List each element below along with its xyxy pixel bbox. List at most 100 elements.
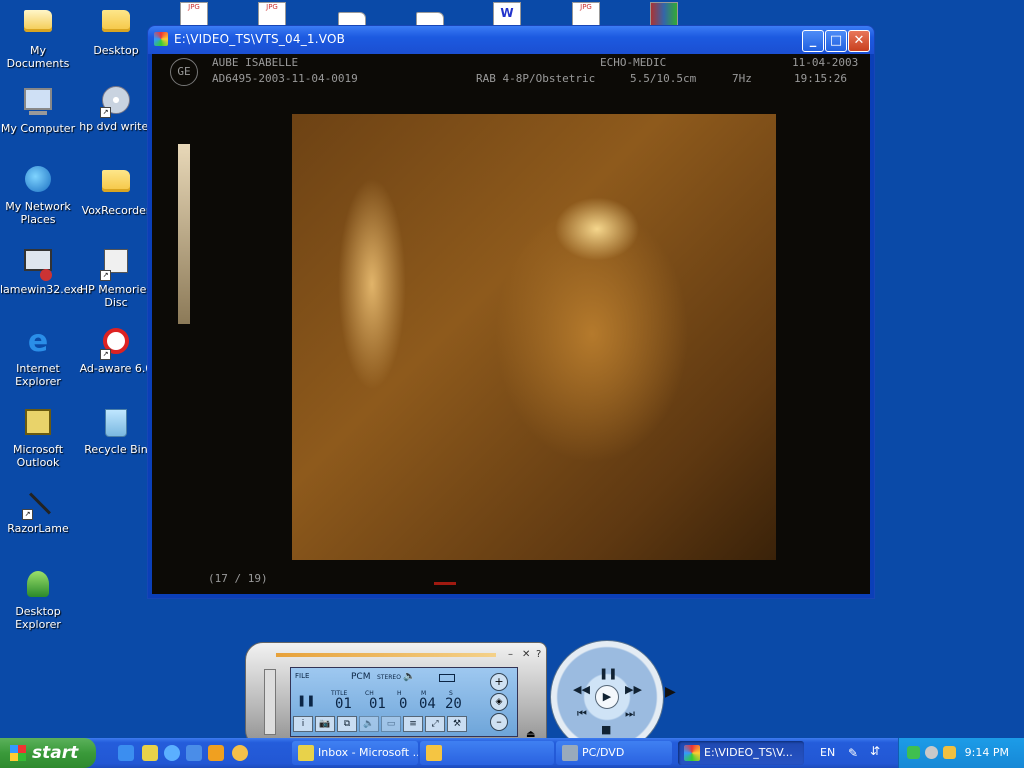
desktop-icon-microsoft-outlook[interactable]: Microsoft Outlook <box>0 407 76 469</box>
task-label: PC/DVD <box>582 746 625 759</box>
previous-chapter-button[interactable]: ⏮ <box>577 707 587 721</box>
volume-button[interactable]: ◈ <box>490 693 508 711</box>
microphone-icon[interactable]: ✎ <box>848 746 858 760</box>
settings-button[interactable]: ⚒ <box>447 716 467 732</box>
player-help-button[interactable]: ? <box>536 649 541 660</box>
navigation-wheel[interactable]: ❚❚ ◀◀ ▶▶ ▶ ⏮ ⏭ ■ <box>550 640 664 754</box>
fullscreen-button[interactable]: ⤢ <box>425 716 445 732</box>
audio-button[interactable]: 🔈 <box>359 716 379 732</box>
desktop-icon-internet-explorer[interactable]: e Internet Explorer <box>0 324 76 389</box>
desktop-icon-hp-dvd-writer[interactable]: ↗ hp dvd writer <box>78 84 154 133</box>
fast-forward-button[interactable]: ▶▶ <box>625 683 642 696</box>
quicklaunch-tool-icon[interactable] <box>208 745 224 761</box>
rewind-button[interactable]: ◀◀ <box>573 683 590 696</box>
desktop-icon-hp-memories-disc[interactable]: ↗ HP Memories Disc <box>78 245 154 309</box>
dvd-player-icon <box>562 745 578 761</box>
zoom-in-button[interactable]: + <box>490 673 508 691</box>
desktop-icon-voxrecorder[interactable]: VoxRecorder <box>78 164 154 217</box>
seek-bar[interactable] <box>276 653 496 657</box>
minimize-button[interactable]: _ <box>802 30 824 52</box>
player-app-icon <box>684 745 700 761</box>
tray-volume-icon[interactable] <box>925 746 938 759</box>
taskbar-item-video[interactable]: E:\VIDEO_TS\V... <box>678 741 804 765</box>
player-minimize-button[interactable]: – <box>508 649 513 660</box>
internet-explorer-icon: e <box>27 324 49 359</box>
folder-icon <box>100 10 132 42</box>
desktop-icon-label: lamewin32.exe <box>0 283 84 296</box>
taskbar-item-inbox[interactable]: Inbox - Microsoft ... <box>292 741 418 765</box>
next-chapter-button[interactable]: ⏭ <box>625 707 635 721</box>
my-documents-icon <box>22 10 54 42</box>
gray-scale-bar <box>178 144 190 324</box>
zoom-out-button[interactable]: – <box>490 713 508 731</box>
pause-indicator-icon: ❚❚ <box>297 694 316 707</box>
desktop-icon-label: My Documents <box>6 44 70 70</box>
ultrasound-3d-image <box>292 114 776 560</box>
audio-format: PCM <box>351 672 371 682</box>
my-computer-icon <box>22 88 54 120</box>
video-window[interactable]: E:\VIDEO_TS\VTS_04_1.VOB _ □ ✕ GE AUBE I… <box>148 26 874 598</box>
quicklaunch-ie-icon[interactable] <box>118 745 134 761</box>
taskbar-item-pcdvd[interactable]: PC/DVD <box>556 741 672 765</box>
play-button[interactable]: ▶ <box>595 685 619 709</box>
desktop-icon-my-computer[interactable]: My Computer <box>0 84 76 135</box>
desktop-icon-my-network-places[interactable]: My Network Places <box>0 164 76 226</box>
desktop-icon-label: VoxRecorder <box>81 204 151 217</box>
maximize-button[interactable]: □ <box>825 30 847 52</box>
player-body: ✕ ? – FILE PCM STEREO 🔈 ❚❚ TITLE 01 CH 0… <box>245 642 547 748</box>
player-close-button[interactable]: ✕ <box>522 649 530 660</box>
taskbar-item-folder[interactable] <box>420 741 554 765</box>
subtitle-button[interactable]: ▭ <box>381 716 401 732</box>
jpg-file-icon[interactable]: JPG <box>180 2 208 26</box>
video-frame[interactable]: GE AUBE ISABELLE ECHO-MEDIC 11-04-2003 A… <box>152 54 870 594</box>
dvd-player-control[interactable]: ✕ ? – FILE PCM STEREO 🔈 ❚❚ TITLE 01 CH 0… <box>245 640 682 754</box>
taskbar: start Inbox - Microsoft ... PC/DVD E:\VI… <box>0 738 1024 768</box>
quicklaunch-outlook-icon[interactable] <box>142 745 158 761</box>
archive-icon[interactable] <box>650 2 678 26</box>
window-title: E:\VIDEO_TS\VTS_04_1.VOB <box>174 32 346 46</box>
system-tray: 9:14 PM <box>898 738 1024 768</box>
word-document-icon[interactable]: W <box>493 2 521 26</box>
desktop-icon-desktop[interactable]: Desktop <box>78 4 154 57</box>
desktop-icon-label: My Computer <box>0 122 76 135</box>
pause-button[interactable]: ❚❚ <box>599 667 617 680</box>
window-titlebar[interactable]: E:\VIDEO_TS\VTS_04_1.VOB _ □ ✕ <box>148 26 874 54</box>
desktop-icon-label: Recycle Bin <box>84 443 148 456</box>
windows-logo-icon <box>10 745 26 761</box>
language-indicator[interactable]: EN <box>820 746 835 759</box>
start-button[interactable]: start <box>0 738 96 768</box>
jpg-file-icon[interactable]: JPG <box>572 2 600 26</box>
desktop-explorer-icon <box>22 571 54 603</box>
folder-icon <box>100 170 132 202</box>
tray-network-icon[interactable] <box>943 746 956 759</box>
quicklaunch-media-icon[interactable] <box>232 745 248 761</box>
desktop-icon-ad-aware[interactable]: ↗ Ad-aware 6.0 <box>78 326 154 375</box>
task-label: Inbox - Microsoft ... <box>318 746 418 759</box>
taskbar-clock[interactable]: 9:14 PM <box>965 746 1009 759</box>
quicklaunch-search-icon[interactable] <box>164 745 180 761</box>
info-button[interactable]: i <box>293 716 313 732</box>
desktop-icon-razorlame[interactable]: ↗ RazorLame <box>0 488 76 535</box>
close-button[interactable]: ✕ <box>848 30 870 52</box>
desktop-icon-lamewin32[interactable]: lamewin32.exe <box>0 245 84 296</box>
osd-clinic: ECHO-MEDIC <box>600 56 667 69</box>
seconds-value: 20 <box>445 696 462 712</box>
desktop-icon-my-documents[interactable]: My Documents <box>0 4 76 70</box>
menu-button[interactable]: ≡ <box>403 716 423 732</box>
snapshot-button[interactable]: 📷 <box>315 716 335 732</box>
file-label[interactable]: FILE <box>295 672 309 680</box>
tray-menu-icon[interactable]: ⇵ <box>870 744 880 758</box>
quicklaunch-app-icon[interactable] <box>186 745 202 761</box>
osd-probe: RAB 4-8P/Obstetric <box>476 72 596 85</box>
copy-button[interactable]: ⧉ <box>337 716 357 732</box>
desktop-icon-recycle-bin[interactable]: Recycle Bin <box>78 407 154 456</box>
expand-arrow-icon[interactable]: ▶ <box>665 684 676 700</box>
desktop-icon-label: RazorLame <box>7 522 69 535</box>
stop-button[interactable]: ■ <box>601 723 611 736</box>
jpg-file-icon[interactable]: JPG <box>258 2 286 26</box>
osd-time: 19:15:26 <box>794 72 847 85</box>
tray-security-icon[interactable] <box>907 746 920 759</box>
player-side-handle[interactable] <box>264 669 276 735</box>
desktop-icon-desktop-explorer[interactable]: Desktop Explorer <box>0 569 76 631</box>
outlook-icon <box>22 409 54 441</box>
